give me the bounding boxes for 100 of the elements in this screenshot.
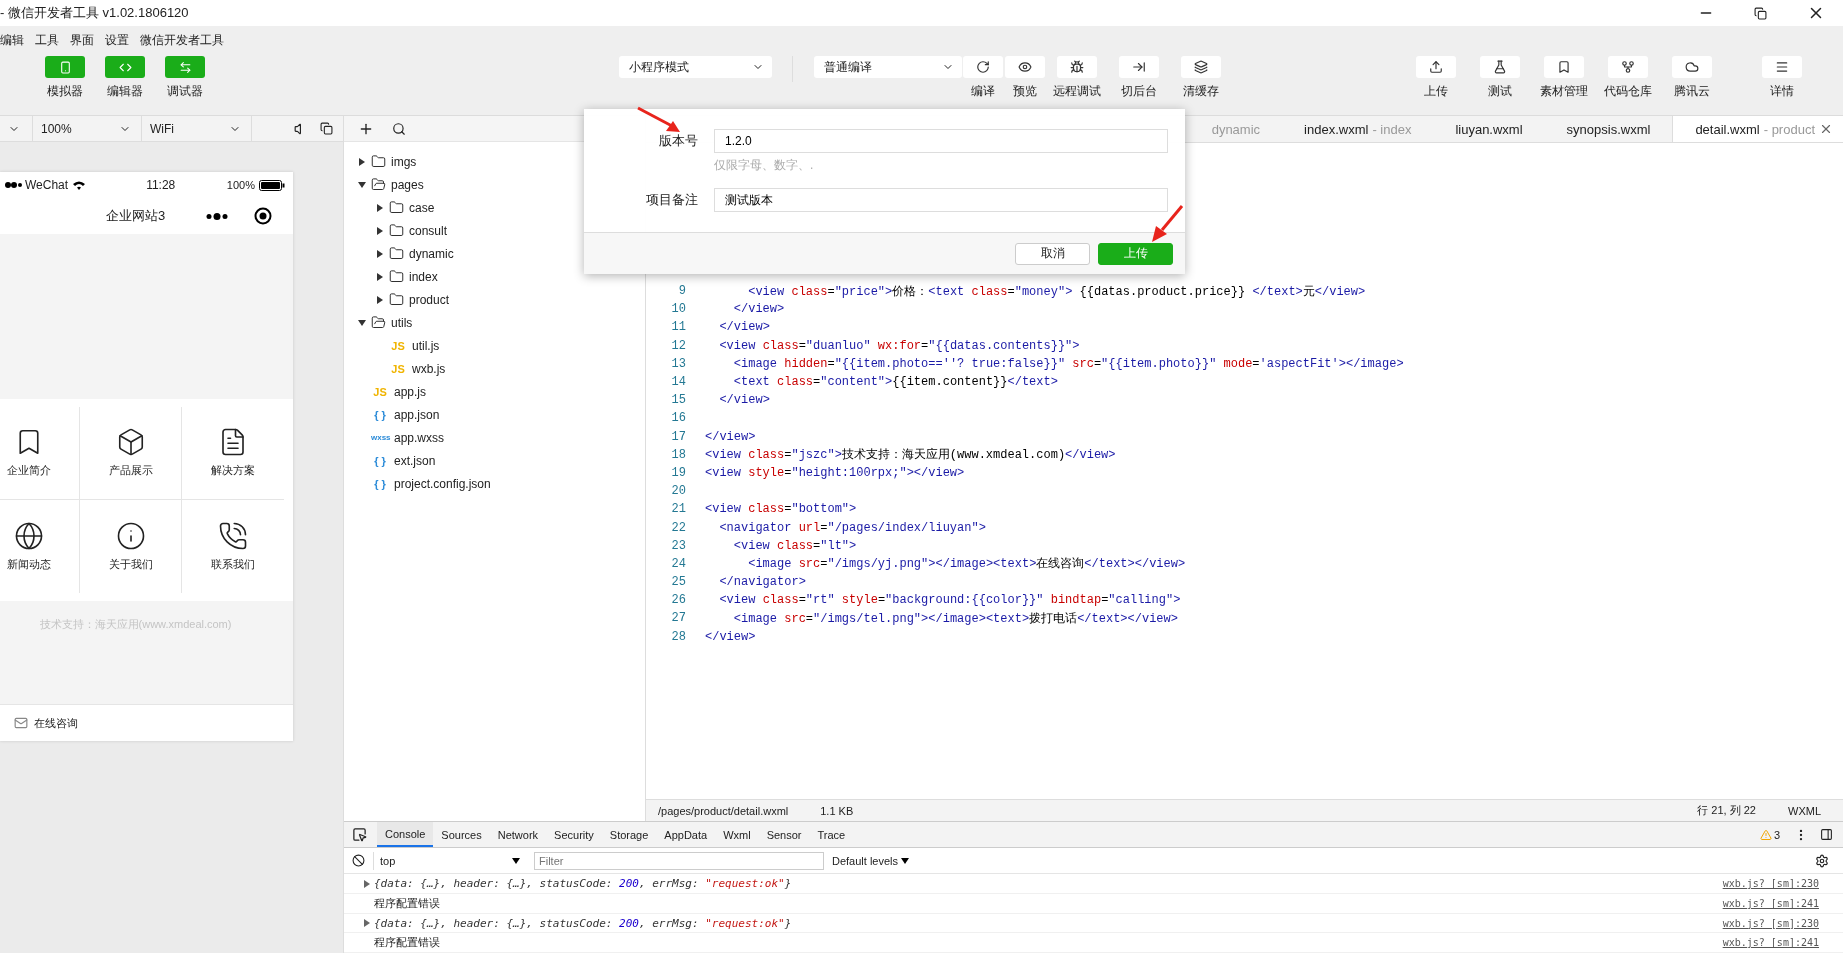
phone-call-icon[interactable] (218, 520, 248, 551)
view-toggle[interactable] (105, 56, 145, 78)
toolbar-button[interactable] (1057, 56, 1097, 78)
source-link[interactable]: wxb.js? [sm]:230 (1722, 917, 1819, 929)
source-link[interactable]: wxb.js? [sm]:230 (1722, 878, 1819, 890)
file-name[interactable]: util.js (412, 338, 440, 353)
devtools-tab[interactable]: Trace (809, 822, 854, 847)
folder-name[interactable]: index (409, 269, 438, 284)
code-line: </view> (705, 429, 756, 444)
devtools-tab[interactable]: Sources (433, 822, 490, 847)
menu-item[interactable]: 工具 (35, 31, 59, 49)
editor-tab[interactable]: synopsis.wxml (1544, 116, 1673, 142)
devtools-tab[interactable]: Storage (601, 822, 657, 847)
consult-link[interactable]: 在线咨询 (34, 715, 78, 731)
folder-name[interactable]: utils (391, 315, 413, 330)
toolbar-button[interactable] (1005, 56, 1045, 78)
devtools-tab[interactable]: Wxml (715, 822, 759, 847)
menu-item[interactable]: 界面 (70, 31, 94, 49)
folder-name[interactable]: dynamic (409, 246, 454, 261)
text-field[interactable]: 测试版本 (714, 188, 1168, 212)
folder-name[interactable]: product (409, 292, 450, 307)
log-message: {data: {…}, header: {…}, statusCode: 200, errMsg: "request:ok"} (374, 877, 793, 891)
search-icon[interactable] (392, 121, 406, 136)
line-number: 10 (670, 302, 687, 317)
view-toggle[interactable] (165, 56, 205, 78)
file-name[interactable]: wxb.js (412, 361, 446, 376)
editor-tab[interactable]: index.wxml - index (1282, 116, 1434, 142)
filter-field[interactable]: Filter (534, 851, 824, 870)
details-button[interactable] (1762, 56, 1802, 78)
mode-select[interactable]: 小程序模式 (619, 56, 772, 78)
line-number: 14 (670, 375, 687, 390)
context-select[interactable]: top (373, 851, 526, 870)
compile-select[interactable]: 普通编译 (814, 56, 962, 78)
file-name[interactable]: app.js (394, 384, 427, 399)
toolbar-label: 上传 (1424, 83, 1448, 100)
clear-icon[interactable] (352, 854, 365, 868)
globe-icon[interactable] (13, 520, 44, 551)
line-number: 27 (670, 611, 687, 626)
dock-icon[interactable] (1820, 828, 1833, 841)
file-name[interactable]: project.config.json (394, 476, 491, 491)
toolbar-button[interactable] (1181, 56, 1221, 78)
expand-icon[interactable] (364, 919, 370, 928)
more-icon[interactable] (206, 213, 228, 221)
toolbar-label: 切后台 (1121, 83, 1157, 100)
settings-icon[interactable] (1815, 853, 1829, 868)
toolbar-button[interactable] (963, 56, 1003, 78)
close-icon[interactable] (1819, 122, 1833, 136)
cancel-button[interactable]: 取消 (1015, 242, 1090, 265)
file-name[interactable]: app.json (394, 407, 440, 422)
toolbar-button[interactable] (1672, 56, 1712, 78)
devtools-tab[interactable]: Console (377, 822, 434, 847)
editor-tab[interactable]: detail.wxml - product (1672, 116, 1843, 142)
expand-icon[interactable] (364, 879, 370, 888)
folder-name[interactable]: pages (391, 177, 424, 192)
toolbar-label: 预览 (1013, 83, 1037, 100)
line-number: 9 (677, 284, 687, 299)
devtools-tab[interactable]: Security (546, 822, 602, 847)
devtools-tab[interactable]: Sensor (758, 822, 810, 847)
line-number: 11 (670, 320, 687, 335)
info-icon[interactable] (115, 520, 146, 551)
view-toggle[interactable] (45, 56, 85, 78)
grid-label[interactable]: 产品展示 (108, 463, 153, 479)
toolbar-button[interactable] (1416, 56, 1456, 78)
zoom-select[interactable]: 100% (33, 116, 142, 141)
window-icon[interactable] (320, 122, 333, 135)
warning-icon (1759, 828, 1772, 841)
line-number: 16 (670, 411, 687, 426)
flask-icon (1493, 60, 1507, 74)
file-name[interactable]: ext.json (394, 453, 436, 468)
menu-item[interactable]: 微信开发者工具 (140, 31, 224, 49)
grid-label[interactable]: 新闻动态 (6, 556, 51, 572)
levels-select[interactable]: Default levels (832, 854, 910, 867)
code-line: </view> (732, 302, 785, 317)
grid-label[interactable]: 企业简介 (6, 463, 51, 479)
cloud-icon (1685, 60, 1699, 74)
inspect-icon[interactable] (352, 827, 367, 842)
record-icon[interactable] (254, 207, 272, 226)
menu-item[interactable]: 设置 (105, 31, 129, 49)
carrier: WeChat (25, 178, 69, 193)
folder-name[interactable]: imgs (391, 154, 417, 169)
grid-label[interactable]: 联系我们 (211, 556, 255, 572)
text-field[interactable]: 1.2.0 (714, 129, 1168, 153)
source-link[interactable]: wxb.js? [sm]:241 (1722, 937, 1819, 949)
devtools-tab[interactable]: Network (489, 822, 547, 847)
folder-name[interactable]: consult (409, 223, 448, 238)
code-line: <image src="/imgs/tel.png"></image><text>拨打电话</text></view> (732, 610, 1178, 627)
devtools-tab[interactable]: AppData (656, 822, 716, 847)
grid-label[interactable]: 关于我们 (108, 556, 153, 572)
toolbar-button[interactable] (1608, 56, 1648, 78)
menu-item[interactable]: 编辑 (0, 31, 24, 49)
network-select[interactable]: WiFi (142, 116, 252, 141)
source-link[interactable]: wxb.js? [sm]:241 (1722, 897, 1819, 909)
file-name[interactable]: app.wxss (394, 430, 445, 445)
toolbar-button[interactable] (1480, 56, 1520, 78)
toolbar-label: 远程调试 (1053, 83, 1101, 100)
upload-icon (1429, 60, 1443, 74)
grid-label[interactable]: 解决方案 (211, 463, 255, 479)
editor-tab[interactable]: liuyan.wxml (1433, 116, 1545, 142)
cursor-position: 行 21, 列 22 (1697, 803, 1756, 818)
folder-name[interactable]: case (409, 200, 435, 215)
